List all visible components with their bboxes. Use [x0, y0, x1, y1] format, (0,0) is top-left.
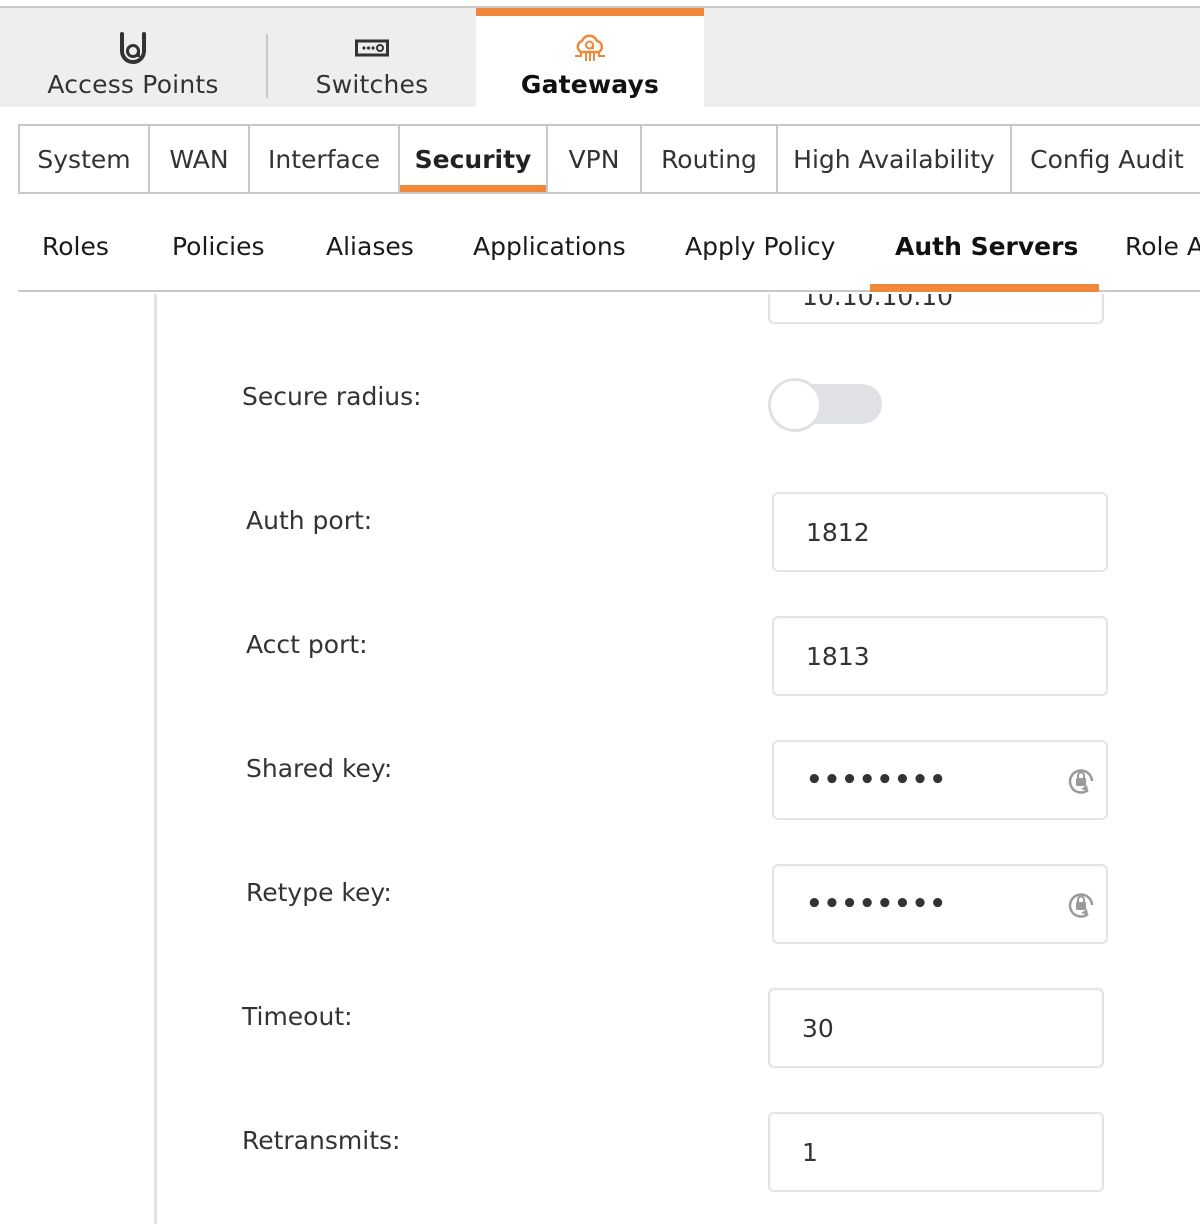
shared-key-value: ••••••••: [806, 765, 947, 795]
shared-key-label: Shared key:: [246, 754, 393, 783]
subtab-auth-servers[interactable]: Auth Servers: [870, 206, 1100, 292]
tab-security[interactable]: Security: [400, 126, 548, 192]
lock-refresh-icon[interactable]: [1066, 889, 1096, 919]
timeout-input[interactable]: 30: [768, 988, 1104, 1068]
auth-server-form: 10.10.10.10 Secure radius: Auth port: 18…: [0, 294, 1200, 1224]
subtab-role-a[interactable]: Role A: [1125, 206, 1200, 290]
timeout-value: 30: [802, 1013, 834, 1043]
device-tab-label: Access Points: [47, 70, 219, 99]
switch-icon: [355, 30, 389, 66]
subtab-apply-policy[interactable]: Apply Policy: [685, 206, 835, 290]
section-tab-bar: System WAN Interface Security VPN Routin…: [18, 124, 1200, 194]
auth-port-label: Auth port:: [246, 506, 373, 535]
subtab-applications[interactable]: Applications: [473, 206, 626, 290]
sub-tab-bar: Roles Policies Aliases Applications Appl…: [18, 206, 1200, 292]
lock-refresh-icon[interactable]: [1066, 765, 1096, 795]
device-tab-label: Switches: [315, 70, 429, 99]
subtab-policies[interactable]: Policies: [172, 206, 264, 290]
subtab-aliases[interactable]: Aliases: [326, 206, 414, 290]
ip-address-value: 10.10.10.10: [802, 294, 954, 311]
retype-key-label: Retype key:: [246, 878, 392, 907]
acct-port-value: 1813: [806, 641, 870, 671]
tab-interface[interactable]: Interface: [250, 126, 400, 192]
gateway-cloud-icon: [572, 30, 608, 66]
subtab-roles[interactable]: Roles: [42, 206, 109, 290]
acct-port-label: Acct port:: [246, 630, 368, 659]
secure-radius-label: Secure radius:: [242, 382, 422, 411]
shared-key-input[interactable]: ••••••••: [772, 740, 1108, 820]
toggle-knob: [768, 378, 822, 432]
retype-key-value: ••••••••: [806, 889, 947, 919]
retransmits-value: 1: [802, 1137, 818, 1167]
retransmits-input[interactable]: 1: [768, 1112, 1104, 1192]
ip-address-input[interactable]: 10.10.10.10: [768, 294, 1104, 324]
retype-key-input[interactable]: ••••••••: [772, 864, 1108, 944]
auth-port-value: 1812: [806, 517, 870, 547]
secure-radius-toggle[interactable]: [768, 378, 882, 432]
tab-wan[interactable]: WAN: [150, 126, 250, 192]
form-left-rule: [154, 294, 157, 1224]
tab-high-availability[interactable]: High Availability: [778, 126, 1012, 192]
retransmits-label: Retransmits:: [242, 1126, 401, 1155]
device-tab-access-points[interactable]: Access Points: [0, 8, 266, 107]
device-tab-label: Gateways: [520, 70, 660, 99]
tab-routing[interactable]: Routing: [642, 126, 778, 192]
tab-config-audit[interactable]: Config Audit: [1012, 126, 1200, 192]
tab-vpn[interactable]: VPN: [548, 126, 642, 192]
timeout-label: Timeout:: [242, 1002, 353, 1031]
auth-port-input[interactable]: 1812: [772, 492, 1108, 572]
acct-port-input[interactable]: 1813: [772, 616, 1108, 696]
device-tab-gateways[interactable]: Gateways: [476, 8, 704, 107]
device-tab-switches[interactable]: Switches: [268, 8, 476, 107]
access-point-icon: [116, 30, 150, 66]
tab-system[interactable]: System: [20, 126, 150, 192]
